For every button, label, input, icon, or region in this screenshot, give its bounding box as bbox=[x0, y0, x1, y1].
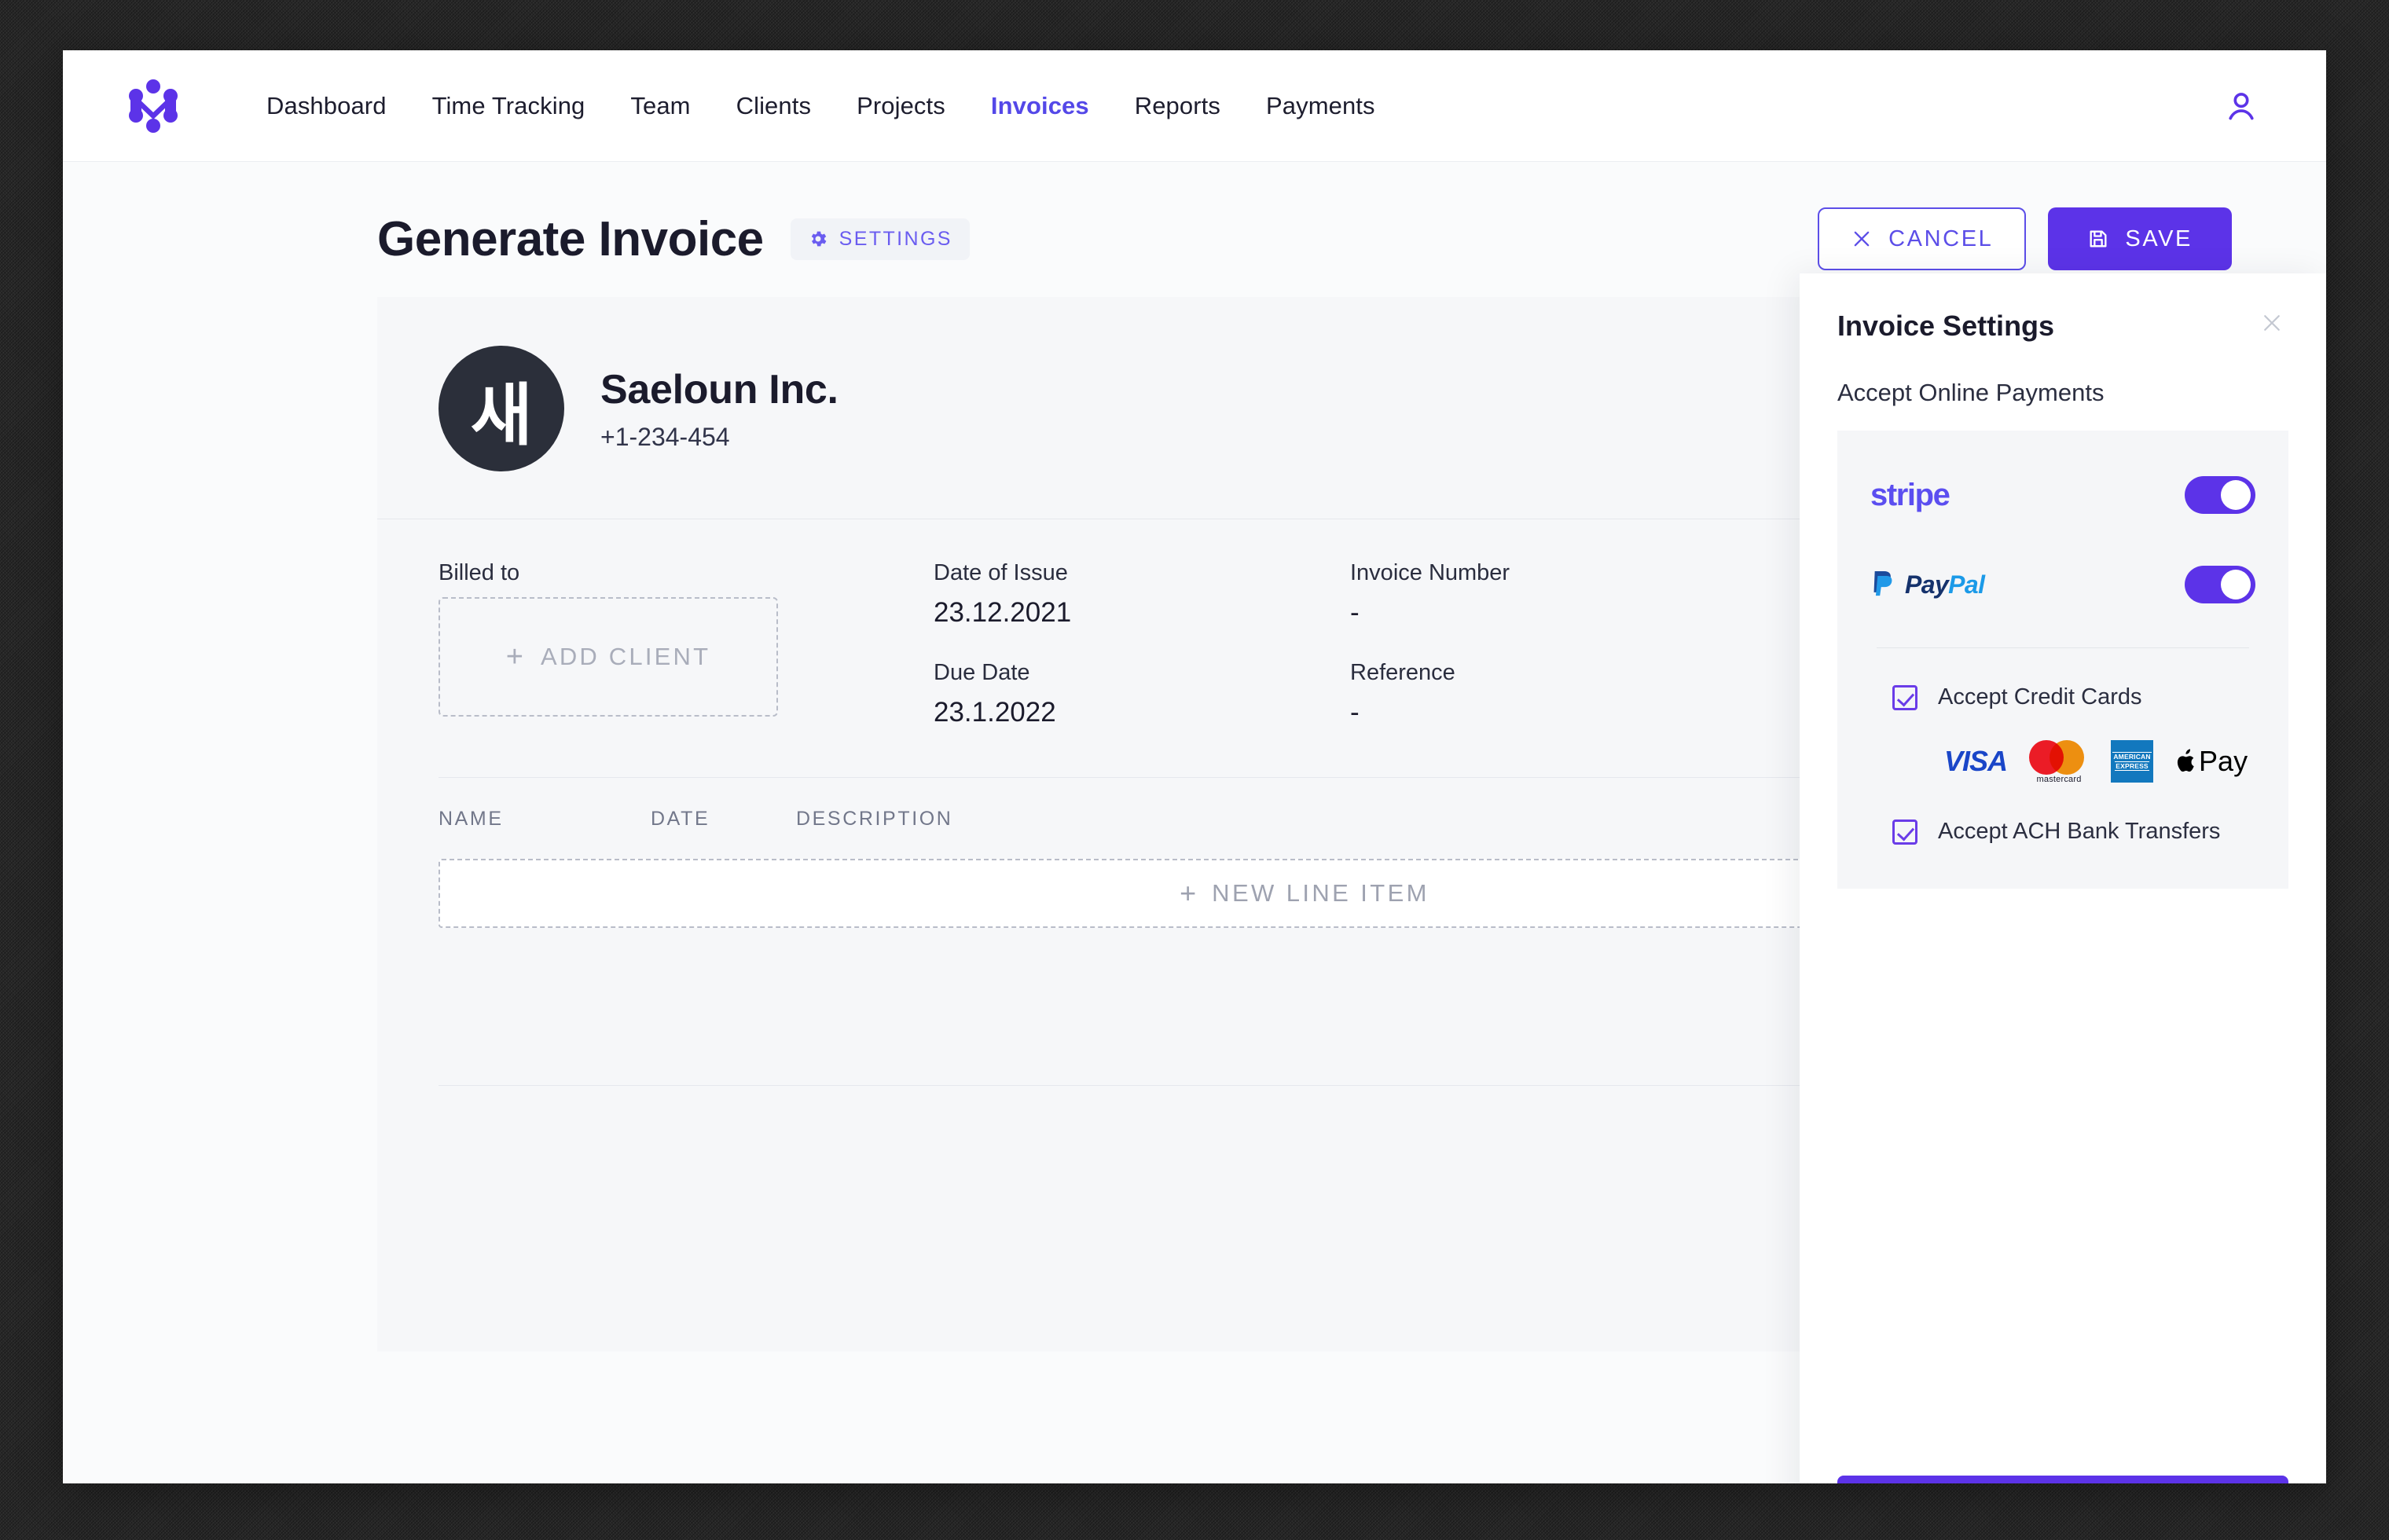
accept-ach-checkbox[interactable] bbox=[1892, 819, 1917, 845]
column-header-name: NAME bbox=[439, 808, 504, 830]
nav-item-time-tracking[interactable]: Time Tracking bbox=[409, 92, 608, 120]
accept-credit-cards-label: Accept Credit Cards bbox=[1938, 684, 2142, 710]
panel-header: Invoice Settings bbox=[1837, 310, 2288, 343]
billed-to-label: Billed to bbox=[439, 560, 520, 585]
amex-line-2: EXPRESS bbox=[2115, 761, 2149, 772]
cancel-button[interactable]: CANCEL bbox=[1818, 207, 2027, 270]
column-header-description: DESCRIPTION bbox=[796, 808, 953, 830]
apple-icon bbox=[2177, 749, 2194, 772]
app-logo[interactable] bbox=[63, 79, 244, 133]
cancel-button-label: CANCEL bbox=[1888, 226, 1994, 251]
nav-item-invoices[interactable]: Invoices bbox=[968, 92, 1112, 120]
date-of-issue-block: Date of Issue 23.12.2021 bbox=[934, 560, 1350, 629]
miru-m-logo-icon bbox=[129, 79, 178, 133]
accepted-card-logos: VISA mastercard AMERICAN EXPRESS Pay bbox=[1870, 740, 2255, 784]
apple-pay-logo: Pay bbox=[2175, 745, 2248, 778]
plus-icon: + bbox=[1180, 877, 1197, 909]
mastercard-wordmark: mastercard bbox=[2036, 775, 2082, 784]
date-of-issue-label: Date of Issue bbox=[934, 560, 1068, 585]
panel-title: Invoice Settings bbox=[1837, 310, 2055, 342]
amex-logo: AMERICAN EXPRESS bbox=[2111, 740, 2154, 783]
nav-item-reports[interactable]: Reports bbox=[1112, 92, 1243, 120]
date-of-issue-value[interactable]: 23.12.2021 bbox=[934, 597, 1350, 629]
company-name: Saeloun Inc. bbox=[600, 366, 839, 412]
page-header: Generate Invoice SETTINGS CANCEL SAVE bbox=[63, 162, 2326, 272]
paypal-toggle[interactable] bbox=[2185, 566, 2255, 603]
due-date-value[interactable]: 23.1.2022 bbox=[934, 697, 1350, 728]
nav-item-clients[interactable]: Clients bbox=[714, 92, 834, 120]
close-x-icon bbox=[1854, 231, 1870, 247]
company-phone: +1-234-454 bbox=[600, 422, 730, 451]
provider-row-stripe: stripe bbox=[1870, 467, 2255, 523]
toggle-knob bbox=[2221, 570, 2251, 600]
nav-item-payments[interactable]: Payments bbox=[1243, 92, 1398, 120]
page-body: Generate Invoice SETTINGS CANCEL SAVE 새 … bbox=[63, 162, 2326, 1483]
accept-online-payments-label: Accept Online Payments bbox=[1837, 379, 2105, 406]
page-title: Generate Invoice bbox=[377, 211, 764, 266]
add-client-label: ADD CLIENT bbox=[540, 643, 711, 670]
company-avatar: 새 bbox=[439, 346, 564, 471]
new-line-item-label: NEW LINE ITEM bbox=[1212, 879, 1429, 907]
visa-logo: VISA bbox=[1944, 745, 2008, 777]
settings-chip-button[interactable]: SETTINGS bbox=[790, 218, 970, 260]
providers-divider bbox=[1877, 647, 2249, 648]
close-x-icon bbox=[2264, 315, 2280, 331]
mastercard-logo: mastercard bbox=[2029, 740, 2089, 784]
nav-item-dashboard[interactable]: Dashboard bbox=[244, 92, 409, 120]
invoice-settings-panel: Invoice Settings Accept Online Payments … bbox=[1800, 273, 2326, 1483]
provider-row-paypal: PayPal bbox=[1870, 556, 2255, 613]
apple-pay-wordmark: Pay bbox=[2199, 745, 2248, 777]
panel-close-button[interactable] bbox=[2255, 310, 2288, 341]
desktop-background: Dashboard Time Tracking Team Clients Pro… bbox=[0, 0, 2389, 1540]
reference-label: Reference bbox=[1350, 660, 1455, 685]
save-button-label: SAVE bbox=[2125, 226, 2193, 251]
plus-icon: + bbox=[505, 640, 523, 673]
accept-credit-cards-row[interactable]: Accept Credit Cards bbox=[1870, 684, 2255, 710]
account-menu-button[interactable] bbox=[2224, 89, 2259, 123]
reference-value[interactable]: - bbox=[1350, 697, 1664, 728]
accept-ach-label: Accept ACH Bank Transfers bbox=[1938, 819, 2221, 844]
payment-providers-card: stripe PayPal Accept Credit Cards VISA m… bbox=[1837, 431, 2288, 889]
gear-icon bbox=[811, 231, 827, 247]
dates-column: Date of Issue 23.12.2021 Due Date 23.1.2… bbox=[934, 560, 1350, 728]
paypal-logo: PayPal bbox=[1870, 569, 1985, 600]
nav-item-list: Dashboard Time Tracking Team Clients Pro… bbox=[244, 92, 1398, 120]
toggle-knob bbox=[2221, 480, 2251, 510]
app-window: Dashboard Time Tracking Team Clients Pro… bbox=[63, 50, 2326, 1483]
top-navigation-bar: Dashboard Time Tracking Team Clients Pro… bbox=[63, 50, 2326, 162]
nav-item-projects[interactable]: Projects bbox=[834, 92, 968, 120]
stripe-toggle[interactable] bbox=[2185, 476, 2255, 514]
accept-ach-row[interactable]: Accept ACH Bank Transfers bbox=[1870, 819, 2255, 845]
user-avatar-icon bbox=[2229, 92, 2254, 119]
settings-chip-label: SETTINGS bbox=[839, 227, 952, 250]
paypal-p-icon bbox=[1873, 571, 1892, 596]
column-header-date: DATE bbox=[651, 808, 710, 830]
company-meta: Saeloun Inc. +1-234-454 bbox=[600, 366, 839, 452]
invoice-number-block: Invoice Number - bbox=[1350, 560, 1664, 629]
due-date-label: Due Date bbox=[934, 660, 1030, 685]
floppy-disk-icon bbox=[2090, 230, 2107, 248]
panel-save-button[interactable]: SAVE bbox=[1837, 1476, 2288, 1483]
due-date-block: Due Date 23.1.2022 bbox=[934, 660, 1350, 728]
mastercard-yellow-circle bbox=[2050, 740, 2085, 775]
stripe-logo: stripe bbox=[1870, 477, 1950, 512]
invoice-number-label: Invoice Number bbox=[1350, 560, 1510, 585]
save-invoice-button[interactable]: SAVE bbox=[2048, 207, 2232, 270]
billed-to-column: Billed to + ADD CLIENT bbox=[439, 560, 934, 728]
amex-line-1: AMERICAN bbox=[2112, 751, 2152, 761]
invoice-number-value[interactable]: - bbox=[1350, 597, 1664, 629]
reference-block: Reference - bbox=[1350, 660, 1664, 728]
header-action-buttons: CANCEL SAVE bbox=[1818, 207, 2232, 270]
accept-credit-cards-checkbox[interactable] bbox=[1892, 684, 1917, 710]
numbers-column: Invoice Number - Reference - bbox=[1350, 560, 1664, 728]
nav-item-team[interactable]: Team bbox=[607, 92, 713, 120]
add-client-button[interactable]: + ADD CLIENT bbox=[439, 597, 778, 717]
